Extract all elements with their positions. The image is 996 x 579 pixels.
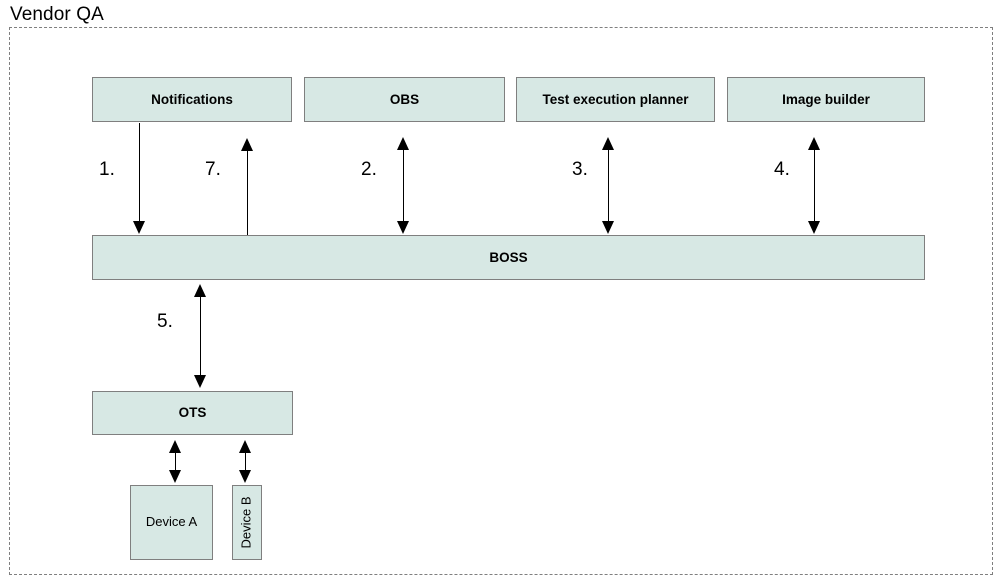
edge-4-arrowhead-down — [808, 221, 820, 234]
node-device-a-label: Device A — [145, 514, 198, 530]
diagram-canvas: Vendor QA Notifications OBS Test executi… — [0, 0, 996, 579]
node-device-a[interactable]: Device A — [130, 485, 213, 560]
edge-ots-device-b-arrowhead-down — [239, 470, 251, 483]
edge-ots-device-b-arrowhead-up — [239, 440, 251, 453]
edge-2-shaft — [403, 149, 404, 223]
edge-5-shaft — [200, 296, 201, 377]
node-boss[interactable]: BOSS — [92, 235, 925, 280]
node-boss-label: BOSS — [489, 249, 528, 265]
node-device-b-label: Device B — [238, 496, 254, 549]
edge-3-shaft — [608, 149, 609, 223]
node-image-builder[interactable]: Image builder — [727, 77, 925, 122]
edge-7-shaft — [247, 150, 248, 235]
edge-1-shaft — [139, 123, 140, 223]
node-notifications[interactable]: Notifications — [92, 77, 292, 122]
node-obs[interactable]: OBS — [304, 77, 505, 122]
edge-7-arrowhead-up — [241, 138, 253, 151]
edge-ots-device-a-arrowhead-down — [169, 470, 181, 483]
edge-3-label: 3. — [572, 159, 588, 180]
node-ots[interactable]: OTS — [92, 391, 293, 435]
edge-1-arrowhead-down — [133, 221, 145, 234]
edge-4-arrowhead-up — [808, 137, 820, 150]
node-test-execution-planner-label: Test execution planner — [542, 91, 689, 107]
edge-1-label: 1. — [99, 159, 115, 180]
node-notifications-label: Notifications — [151, 91, 233, 107]
vendor-qa-boundary-label: Vendor QA — [10, 4, 104, 25]
edge-4-shaft — [814, 149, 815, 223]
node-ots-label: OTS — [178, 405, 207, 421]
node-test-execution-planner[interactable]: Test execution planner — [516, 77, 715, 122]
edge-5-arrowhead-down — [194, 375, 206, 388]
node-obs-label: OBS — [389, 91, 420, 107]
edge-7-label: 7. — [205, 159, 221, 180]
edge-4-label: 4. — [774, 159, 790, 180]
edge-5-arrowhead-up — [194, 284, 206, 297]
edge-3-arrowhead-up — [602, 137, 614, 150]
edge-2-arrowhead-up — [397, 137, 409, 150]
edge-ots-device-a-arrowhead-up — [169, 440, 181, 453]
node-device-b[interactable]: Device B — [232, 485, 262, 560]
edge-2-arrowhead-down — [397, 221, 409, 234]
edge-2-label: 2. — [361, 159, 377, 180]
node-image-builder-label: Image builder — [782, 91, 870, 107]
edge-5-label: 5. — [157, 311, 173, 332]
edge-3-arrowhead-down — [602, 221, 614, 234]
